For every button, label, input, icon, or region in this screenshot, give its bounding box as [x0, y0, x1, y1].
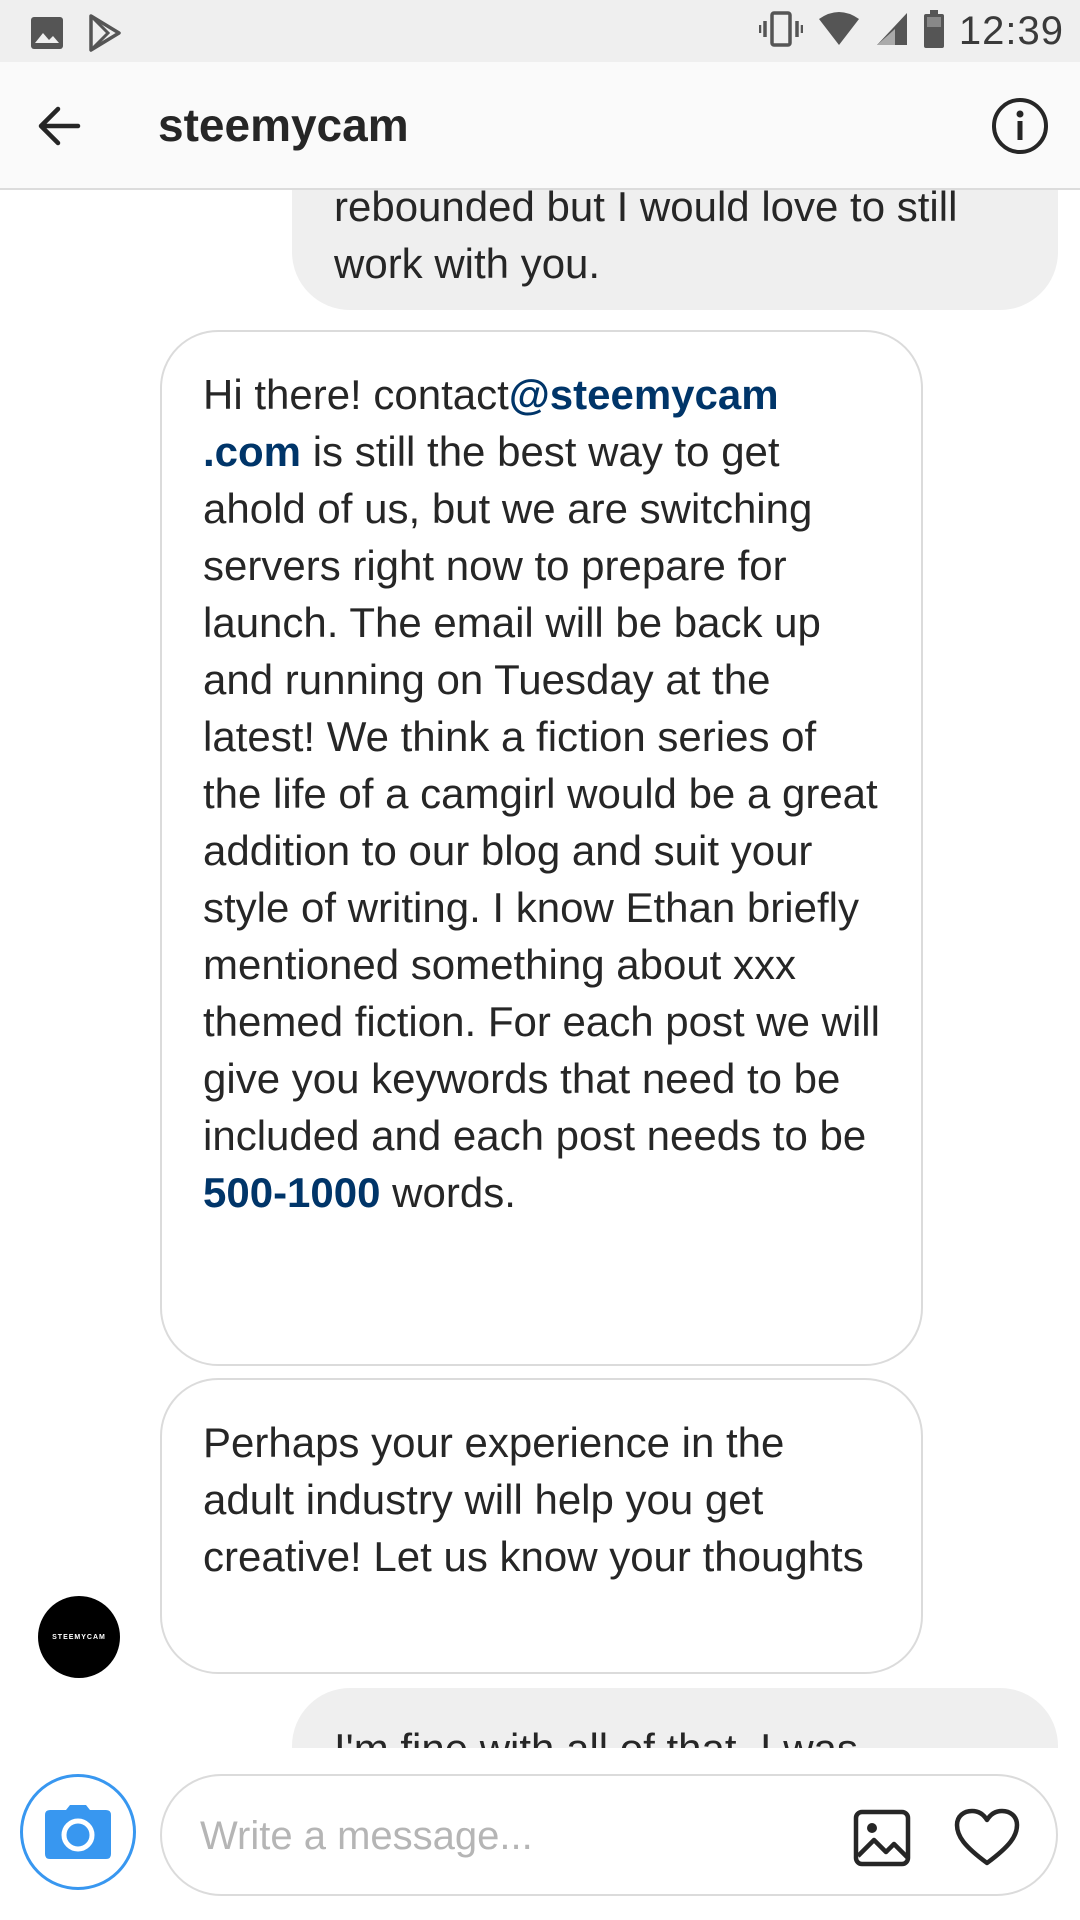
info-button[interactable]: [990, 96, 1050, 156]
message-text: Perhaps your experience in the adult ind…: [203, 1419, 864, 1580]
signal-icon: [875, 11, 909, 52]
message-text: is still the best way to get ahold of us…: [203, 428, 880, 1159]
message-text: rebounded but I would love to still work…: [334, 190, 958, 287]
email-link-domain[interactable]: .com: [203, 428, 301, 475]
avatar-logo-text: STEEMYCAM: [52, 1633, 106, 1641]
image-notification-icon: [30, 16, 64, 55]
play-store-icon: [88, 14, 122, 57]
status-bar: 12:39: [0, 0, 1080, 62]
message-composer: [0, 1748, 1080, 1920]
outgoing-message: rebounded but I would love to still work…: [292, 190, 1058, 310]
gallery-button[interactable]: [852, 1808, 912, 1868]
outgoing-message: I'm fine with all of that. I was: [292, 1688, 1058, 1748]
camera-icon: [45, 1805, 111, 1859]
message-text: I'm fine with all of that. I was: [334, 1725, 858, 1748]
message-input-container: [160, 1774, 1058, 1896]
message-thread[interactable]: rebounded but I would love to still work…: [0, 190, 1080, 1748]
camera-button[interactable]: [20, 1774, 136, 1890]
message-input[interactable]: [200, 1810, 820, 1862]
message-text: Hi there! contact: [203, 371, 509, 418]
message-text: words.: [380, 1169, 516, 1216]
back-button[interactable]: [30, 96, 90, 156]
like-button[interactable]: [954, 1808, 1020, 1868]
arrow-left-icon: [38, 106, 81, 146]
status-time: 12:39: [958, 9, 1064, 53]
incoming-message: Hi there! contact@steemycam .com is still…: [160, 330, 923, 1366]
page-title[interactable]: steemycam: [158, 96, 409, 154]
number-link[interactable]: 500-1000: [203, 1169, 381, 1216]
email-link[interactable]: @steemycam: [509, 371, 779, 418]
wifi-icon: [817, 11, 861, 52]
info-icon: [992, 98, 1048, 154]
conversation-header: steemycam: [0, 62, 1080, 190]
vibrate-icon: [758, 9, 804, 54]
incoming-message: Perhaps your experience in the adult ind…: [160, 1378, 923, 1674]
battery-icon: [923, 9, 945, 54]
heart-icon: [954, 1808, 1020, 1866]
gallery-icon: [853, 1809, 911, 1867]
avatar[interactable]: STEEMYCAM: [38, 1596, 120, 1678]
